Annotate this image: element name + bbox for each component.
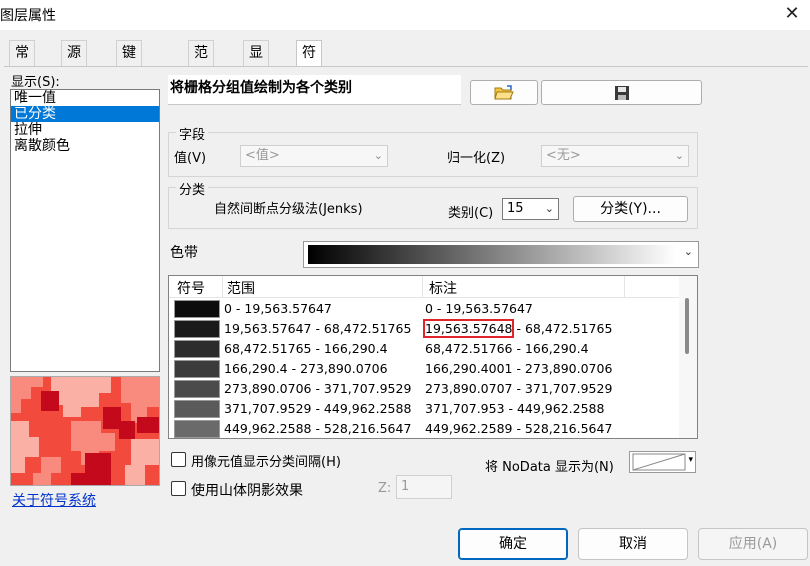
- tab-key-metadata[interactable]: 键元数据: [116, 40, 142, 133]
- class-label[interactable]: 449,962.2589 - 528,216.5647: [425, 421, 612, 436]
- class-label[interactable]: 166,290.4001 - 273,890.0706: [425, 361, 612, 376]
- label-edit-field[interactable]: 19,563.57648: [422, 319, 515, 338]
- use-hillshade-checkbox[interactable]: [171, 481, 186, 496]
- class-range[interactable]: 68,472.51765 - 166,290.4: [224, 341, 388, 356]
- title-bar: [0, 0, 810, 30]
- class-symbol-swatch[interactable]: [174, 400, 220, 418]
- chevron-down-icon: ⌄: [544, 202, 554, 215]
- classes-count-dropdown[interactable]: 15 ⌄: [502, 198, 559, 220]
- list-item-discrete-color[interactable]: 离散颜色: [11, 138, 159, 154]
- classification-method: 自然间断点分级法(Jenks): [214, 202, 363, 217]
- table-row[interactable]: 449,962.2588 - 528,216.5647 449,962.2589 …: [169, 419, 679, 438]
- table-row[interactable]: 68,472.51765 - 166,290.4 68,472.51766 - 1…: [169, 339, 679, 359]
- normalize-text: <无>: [546, 148, 581, 163]
- header-symbol[interactable]: 符号: [177, 278, 205, 298]
- chevron-down-icon: ⌄: [373, 149, 383, 162]
- table-row[interactable]: 371,707.9529 - 449,962.2588 371,707.953 -…: [169, 399, 679, 419]
- close-icon[interactable]: ✕: [778, 2, 806, 26]
- column-divider[interactable]: [222, 276, 223, 298]
- class-range[interactable]: 273,890.0706 - 371,707.9529: [224, 381, 411, 396]
- class-range[interactable]: 371,707.9529 - 449,962.2588: [224, 401, 411, 416]
- table-scrollbar[interactable]: [679, 276, 697, 438]
- dropdown-arrow-icon: ▾: [688, 455, 693, 465]
- color-ramp-gradient: [308, 245, 676, 264]
- class-label[interactable]: 0 - 19,563.57647: [425, 301, 533, 316]
- window-title: 图层属性: [0, 8, 56, 24]
- save-disk-icon: [614, 86, 629, 100]
- class-symbol-swatch[interactable]: [174, 340, 220, 358]
- list-item-classified[interactable]: 已分类: [11, 106, 159, 122]
- classes-count-value: 15: [507, 201, 524, 216]
- show-class-breaks-label: 用像元值显示分类间隔(H): [191, 455, 341, 470]
- color-ramp-label: 色带: [170, 245, 198, 261]
- class-range[interactable]: 166,290.4 - 273,890.0706: [224, 361, 388, 376]
- tab-symbology[interactable]: 符号系统: [296, 40, 322, 133]
- folder-open-icon: [494, 85, 514, 100]
- nodata-color-picker[interactable]: ▾: [629, 451, 696, 473]
- tab-source[interactable]: 源: [61, 40, 87, 66]
- class-label[interactable]: 19,563.57648 - 68,472.51765: [422, 319, 613, 338]
- nodata-label: 将 NoData 显示为(N): [485, 460, 614, 475]
- class-range[interactable]: 449,962.2588 - 528,216.5647: [224, 421, 411, 436]
- class-symbol-swatch[interactable]: [174, 300, 220, 318]
- class-symbol-swatch[interactable]: [174, 380, 220, 398]
- scrollbar-thumb[interactable]: [685, 298, 689, 354]
- z-factor-label: Z:: [378, 481, 392, 496]
- tab-display[interactable]: 显示: [243, 40, 269, 85]
- class-symbol-swatch[interactable]: [174, 360, 220, 378]
- renderer-list[interactable]: 唯一值 已分类 拉伸 离散颜色: [10, 89, 160, 372]
- show-label: 显示(S):: [11, 75, 60, 90]
- use-hillshade-label: 使用山体阴影效果: [191, 483, 303, 499]
- column-divider[interactable]: [422, 276, 423, 298]
- table-row[interactable]: 273,890.0706 - 371,707.9529 273,890.0707 …: [169, 379, 679, 399]
- cancel-button[interactable]: 取消: [578, 528, 688, 560]
- no-color-swatch-icon: [632, 453, 686, 471]
- header-label[interactable]: 标注: [429, 278, 457, 298]
- symbology-preview-image: [10, 376, 160, 486]
- label-text-rest: - 68,472.51765: [512, 321, 613, 336]
- class-label[interactable]: 273,890.0707 - 371,707.9529: [425, 381, 612, 396]
- classification-group-label: 分类: [176, 179, 209, 198]
- value-field-dropdown[interactable]: <值> ⌄: [240, 145, 388, 167]
- header-range[interactable]: 范围: [227, 278, 255, 298]
- table-header: 符号 范围 标注: [169, 276, 679, 298]
- color-ramp-dropdown[interactable]: ⌄: [303, 241, 699, 268]
- renderer-description: 将栅格分组值绘制为各个类别: [170, 80, 352, 96]
- tab-general[interactable]: 常规: [9, 40, 35, 85]
- tab-extent[interactable]: 范围: [188, 40, 214, 85]
- class-table[interactable]: 符号 范围 标注 0 - 19,563.57647 0 - 19,563.5764…: [168, 275, 698, 439]
- chevron-down-icon: ⌄: [683, 245, 693, 258]
- normalize-dropdown[interactable]: <无> ⌄: [541, 145, 689, 167]
- about-symbology-link[interactable]: 关于符号系统: [12, 490, 96, 510]
- save-symbology-button[interactable]: [541, 80, 702, 105]
- table-row[interactable]: 19,563.57647 - 68,472.51765 19,563.57648 …: [169, 319, 679, 339]
- list-item-stretched[interactable]: 拉伸: [11, 122, 159, 138]
- class-range[interactable]: 19,563.57647 - 68,472.51765: [224, 321, 411, 336]
- apply-button[interactable]: 应用(A): [698, 528, 808, 560]
- classify-button[interactable]: 分类(Y)...: [573, 196, 688, 222]
- table-row[interactable]: 166,290.4 - 273,890.0706 166,290.4001 - 2…: [169, 359, 679, 379]
- list-item-unique-values[interactable]: 唯一值: [11, 90, 159, 106]
- column-divider[interactable]: [624, 276, 625, 298]
- field-group-label: 字段: [176, 124, 209, 143]
- class-label[interactable]: 371,707.953 - 449,962.2588: [425, 401, 604, 416]
- class-symbol-swatch[interactable]: [174, 420, 220, 438]
- show-class-breaks-checkbox[interactable]: [171, 452, 186, 467]
- table-row[interactable]: 0 - 19,563.57647 0 - 19,563.57647: [169, 299, 679, 319]
- normalize-label: 归一化(Z): [447, 151, 506, 166]
- value-field-text: <值>: [245, 148, 280, 163]
- ok-button[interactable]: 确定: [458, 528, 568, 560]
- class-range[interactable]: 0 - 19,563.57647: [224, 301, 332, 316]
- class-symbol-swatch[interactable]: [174, 320, 220, 338]
- z-factor-input[interactable]: 1: [396, 475, 452, 499]
- classes-label: 类别(C): [448, 206, 494, 221]
- open-symbology-button[interactable]: [470, 80, 538, 105]
- class-label[interactable]: 68,472.51766 - 166,290.4: [425, 341, 589, 356]
- value-label: 值(V): [174, 151, 207, 166]
- chevron-down-icon: ⌄: [674, 149, 684, 162]
